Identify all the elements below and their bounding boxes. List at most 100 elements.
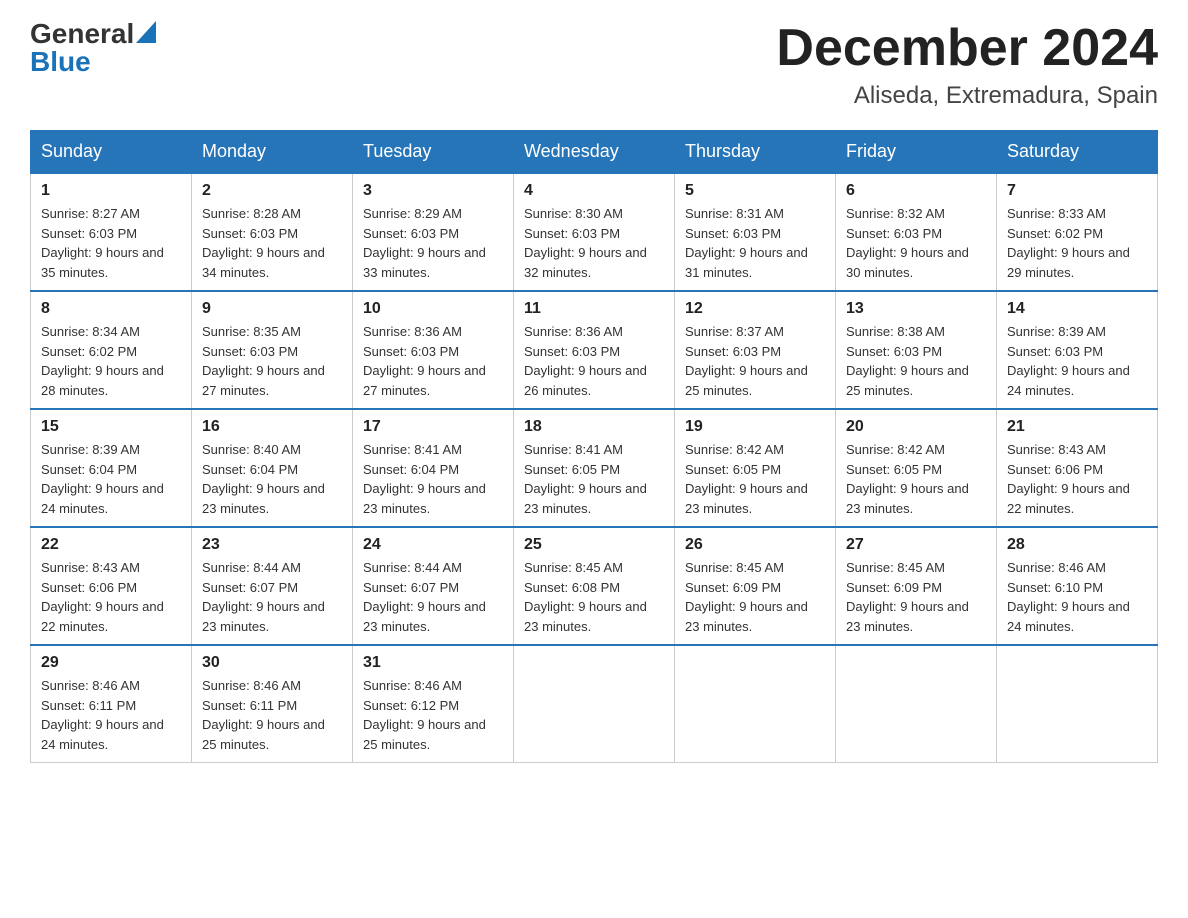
day-info: Sunrise: 8:43 AM Sunset: 6:06 PM Dayligh… [41,558,181,636]
day-info: Sunrise: 8:38 AM Sunset: 6:03 PM Dayligh… [846,322,986,400]
day-info: Sunrise: 8:45 AM Sunset: 6:09 PM Dayligh… [846,558,986,636]
day-number: 8 [41,300,181,318]
calendar-header-row: Sunday Monday Tuesday Wednesday Thursday… [31,131,1158,174]
calendar-table: Sunday Monday Tuesday Wednesday Thursday… [30,130,1158,763]
day-info: Sunrise: 8:39 AM Sunset: 6:03 PM Dayligh… [1007,322,1147,400]
col-monday: Monday [192,131,353,174]
day-number: 24 [363,536,503,554]
month-title: December 2024 [776,20,1158,77]
table-row: 16 Sunrise: 8:40 AM Sunset: 6:04 PM Dayl… [192,409,353,527]
table-row: 2 Sunrise: 8:28 AM Sunset: 6:03 PM Dayli… [192,173,353,291]
table-row: 29 Sunrise: 8:46 AM Sunset: 6:11 PM Dayl… [31,645,192,763]
logo-blue-text: Blue [30,46,91,77]
day-info: Sunrise: 8:42 AM Sunset: 6:05 PM Dayligh… [846,440,986,518]
day-number: 7 [1007,182,1147,200]
day-info: Sunrise: 8:28 AM Sunset: 6:03 PM Dayligh… [202,204,342,282]
table-row: 11 Sunrise: 8:36 AM Sunset: 6:03 PM Dayl… [514,291,675,409]
table-row: 9 Sunrise: 8:35 AM Sunset: 6:03 PM Dayli… [192,291,353,409]
col-sunday: Sunday [31,131,192,174]
day-info: Sunrise: 8:41 AM Sunset: 6:04 PM Dayligh… [363,440,503,518]
day-info: Sunrise: 8:41 AM Sunset: 6:05 PM Dayligh… [524,440,664,518]
day-info: Sunrise: 8:36 AM Sunset: 6:03 PM Dayligh… [363,322,503,400]
day-number: 1 [41,182,181,200]
table-row: 20 Sunrise: 8:42 AM Sunset: 6:05 PM Dayl… [836,409,997,527]
day-info: Sunrise: 8:46 AM Sunset: 6:11 PM Dayligh… [41,676,181,754]
day-number: 19 [685,418,825,436]
table-row: 7 Sunrise: 8:33 AM Sunset: 6:02 PM Dayli… [997,173,1158,291]
day-number: 20 [846,418,986,436]
col-saturday: Saturday [997,131,1158,174]
table-row: 24 Sunrise: 8:44 AM Sunset: 6:07 PM Dayl… [353,527,514,645]
calendar-week-row: 15 Sunrise: 8:39 AM Sunset: 6:04 PM Dayl… [31,409,1158,527]
day-number: 21 [1007,418,1147,436]
day-number: 27 [846,536,986,554]
table-row: 31 Sunrise: 8:46 AM Sunset: 6:12 PM Dayl… [353,645,514,763]
day-info: Sunrise: 8:46 AM Sunset: 6:12 PM Dayligh… [363,676,503,754]
table-row: 30 Sunrise: 8:46 AM Sunset: 6:11 PM Dayl… [192,645,353,763]
day-number: 2 [202,182,342,200]
day-number: 13 [846,300,986,318]
calendar-week-row: 29 Sunrise: 8:46 AM Sunset: 6:11 PM Dayl… [31,645,1158,763]
calendar-week-row: 22 Sunrise: 8:43 AM Sunset: 6:06 PM Dayl… [31,527,1158,645]
page-header: General Blue December 2024 Aliseda, Extr… [30,20,1158,110]
table-row: 8 Sunrise: 8:34 AM Sunset: 6:02 PM Dayli… [31,291,192,409]
day-info: Sunrise: 8:27 AM Sunset: 6:03 PM Dayligh… [41,204,181,282]
day-number: 9 [202,300,342,318]
day-number: 31 [363,654,503,672]
logo: General Blue [30,20,156,76]
table-row: 10 Sunrise: 8:36 AM Sunset: 6:03 PM Dayl… [353,291,514,409]
table-row: 28 Sunrise: 8:46 AM Sunset: 6:10 PM Dayl… [997,527,1158,645]
day-info: Sunrise: 8:46 AM Sunset: 6:11 PM Dayligh… [202,676,342,754]
day-info: Sunrise: 8:46 AM Sunset: 6:10 PM Dayligh… [1007,558,1147,636]
table-row: 1 Sunrise: 8:27 AM Sunset: 6:03 PM Dayli… [31,173,192,291]
day-info: Sunrise: 8:32 AM Sunset: 6:03 PM Dayligh… [846,204,986,282]
day-number: 17 [363,418,503,436]
day-info: Sunrise: 8:42 AM Sunset: 6:05 PM Dayligh… [685,440,825,518]
col-thursday: Thursday [675,131,836,174]
table-row: 25 Sunrise: 8:45 AM Sunset: 6:08 PM Dayl… [514,527,675,645]
calendar-week-row: 1 Sunrise: 8:27 AM Sunset: 6:03 PM Dayli… [31,173,1158,291]
day-info: Sunrise: 8:30 AM Sunset: 6:03 PM Dayligh… [524,204,664,282]
day-info: Sunrise: 8:34 AM Sunset: 6:02 PM Dayligh… [41,322,181,400]
table-row: 6 Sunrise: 8:32 AM Sunset: 6:03 PM Dayli… [836,173,997,291]
table-row: 23 Sunrise: 8:44 AM Sunset: 6:07 PM Dayl… [192,527,353,645]
day-number: 6 [846,182,986,200]
day-number: 14 [1007,300,1147,318]
day-number: 11 [524,300,664,318]
day-info: Sunrise: 8:45 AM Sunset: 6:08 PM Dayligh… [524,558,664,636]
calendar-week-row: 8 Sunrise: 8:34 AM Sunset: 6:02 PM Dayli… [31,291,1158,409]
table-row: 13 Sunrise: 8:38 AM Sunset: 6:03 PM Dayl… [836,291,997,409]
day-number: 23 [202,536,342,554]
table-row: 27 Sunrise: 8:45 AM Sunset: 6:09 PM Dayl… [836,527,997,645]
table-row: 15 Sunrise: 8:39 AM Sunset: 6:04 PM Dayl… [31,409,192,527]
day-info: Sunrise: 8:40 AM Sunset: 6:04 PM Dayligh… [202,440,342,518]
logo-triangle-icon [136,21,156,43]
day-info: Sunrise: 8:33 AM Sunset: 6:02 PM Dayligh… [1007,204,1147,282]
table-row: 4 Sunrise: 8:30 AM Sunset: 6:03 PM Dayli… [514,173,675,291]
day-info: Sunrise: 8:35 AM Sunset: 6:03 PM Dayligh… [202,322,342,400]
day-number: 25 [524,536,664,554]
table-row: 3 Sunrise: 8:29 AM Sunset: 6:03 PM Dayli… [353,173,514,291]
location-title: Aliseda, Extremadura, Spain [776,82,1158,110]
day-info: Sunrise: 8:43 AM Sunset: 6:06 PM Dayligh… [1007,440,1147,518]
day-number: 12 [685,300,825,318]
day-number: 26 [685,536,825,554]
day-info: Sunrise: 8:39 AM Sunset: 6:04 PM Dayligh… [41,440,181,518]
day-number: 16 [202,418,342,436]
day-number: 15 [41,418,181,436]
table-row [675,645,836,763]
table-row: 18 Sunrise: 8:41 AM Sunset: 6:05 PM Dayl… [514,409,675,527]
title-area: December 2024 Aliseda, Extremadura, Spai… [776,20,1158,110]
day-number: 4 [524,182,664,200]
table-row [997,645,1158,763]
day-info: Sunrise: 8:36 AM Sunset: 6:03 PM Dayligh… [524,322,664,400]
table-row: 5 Sunrise: 8:31 AM Sunset: 6:03 PM Dayli… [675,173,836,291]
day-info: Sunrise: 8:31 AM Sunset: 6:03 PM Dayligh… [685,204,825,282]
table-row: 12 Sunrise: 8:37 AM Sunset: 6:03 PM Dayl… [675,291,836,409]
day-info: Sunrise: 8:37 AM Sunset: 6:03 PM Dayligh… [685,322,825,400]
day-number: 30 [202,654,342,672]
table-row: 17 Sunrise: 8:41 AM Sunset: 6:04 PM Dayl… [353,409,514,527]
table-row: 19 Sunrise: 8:42 AM Sunset: 6:05 PM Dayl… [675,409,836,527]
table-row: 22 Sunrise: 8:43 AM Sunset: 6:06 PM Dayl… [31,527,192,645]
logo-general-text: General [30,20,134,48]
